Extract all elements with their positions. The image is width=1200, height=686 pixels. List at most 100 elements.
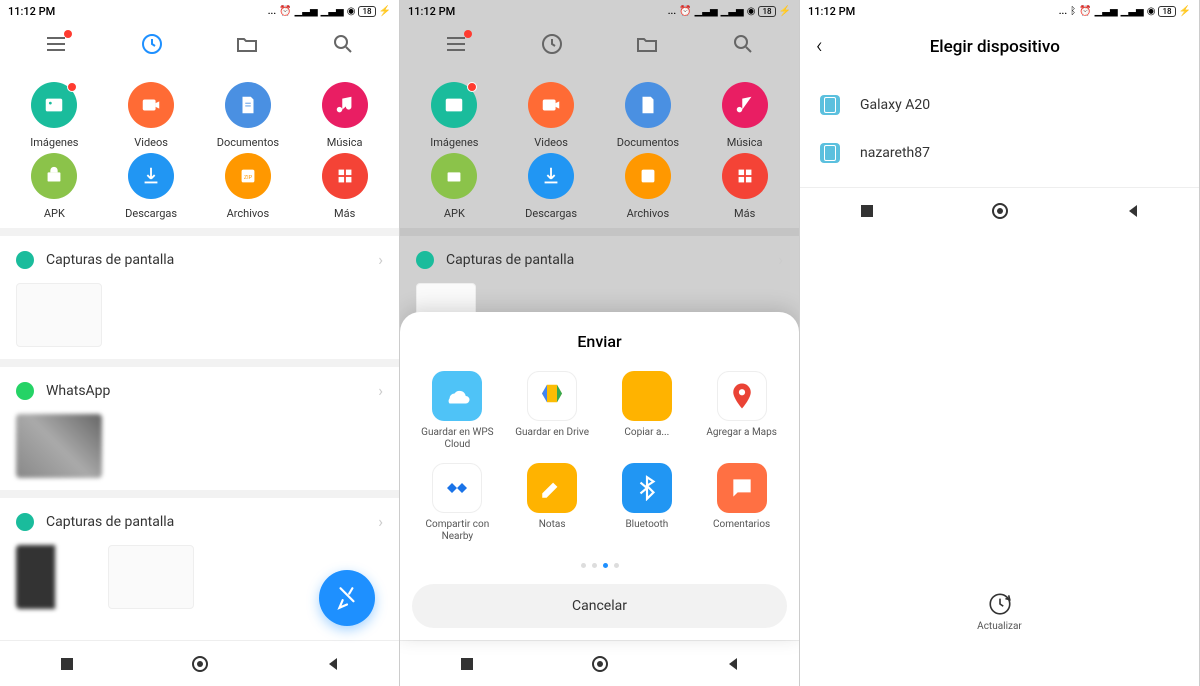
share-maps[interactable]: Agregar a Maps (696, 371, 787, 451)
device-item[interactable]: nazareth87 (800, 129, 1199, 177)
status-time: 11:12 PM (8, 5, 55, 18)
share-sheet: Enviar Guardar en WPS Cloud Guardar en D… (400, 312, 799, 640)
status-time: 11:12 PM (808, 5, 855, 18)
section-screenshots-1: Capturas de pantalla › (0, 228, 399, 359)
thumbnail[interactable] (108, 545, 194, 609)
clean-fab[interactable] (319, 570, 375, 626)
section-header[interactable]: Capturas de pantalla › (400, 236, 799, 283)
section-badge (16, 251, 34, 269)
phone-screen-2: 11:12 PM ... ⏰ ▁▃▅ ▁▃▅ ◉ 18 ⚡ Imágenes V… (400, 0, 799, 686)
menu-icon[interactable] (44, 32, 68, 56)
nav-recent[interactable] (857, 201, 877, 221)
status-bar: 11:12 PM ... ᛒ ⏰ ▁▃▅ ▁▃▅ ◉ 18 ⚡ (800, 0, 1199, 22)
share-grid: Guardar en WPS Cloud Guardar en Drive Co… (412, 371, 787, 543)
share-nearby[interactable]: Compartir con Nearby (412, 463, 503, 543)
category-videos[interactable]: Videos (505, 82, 598, 149)
section-header[interactable]: Capturas de pantalla › (0, 236, 399, 283)
page-title: Elegir dispositivo (847, 37, 1143, 57)
nav-back[interactable] (723, 654, 743, 674)
share-bluetooth[interactable]: Bluetooth (602, 463, 693, 543)
thumbnail-row (0, 283, 399, 359)
category-more[interactable]: Más (698, 153, 791, 220)
thumbnail[interactable] (16, 283, 102, 347)
recent-icon[interactable] (140, 32, 164, 56)
category-grid: Imágenes Videos Documentos Música APK De… (400, 66, 799, 228)
signal-icon: ▁▃▅ (721, 6, 744, 17)
alarm-icon: ⏰ (1079, 6, 1091, 17)
category-music[interactable]: Música (298, 82, 391, 149)
device-picker-header: ‹ Elegir dispositivo (800, 22, 1199, 71)
category-apk[interactable]: APK (408, 153, 501, 220)
category-apk[interactable]: APK (8, 153, 101, 220)
nav-back[interactable] (323, 654, 343, 674)
nav-home[interactable] (590, 654, 610, 674)
share-wps-cloud[interactable]: Guardar en WPS Cloud (412, 371, 503, 451)
category-archives[interactable]: ZIPArchivos (202, 153, 295, 220)
notification-dot (67, 82, 77, 92)
back-button[interactable]: ‹ (816, 34, 823, 59)
folder-icon[interactable] (635, 32, 659, 56)
menu-icon[interactable] (444, 32, 468, 56)
nav-bar (400, 640, 799, 686)
share-drive[interactable]: Guardar en Drive (507, 371, 598, 451)
category-documents[interactable]: Documentos (202, 82, 295, 149)
thumbnail[interactable] (16, 414, 102, 478)
device-list: Galaxy A20 nazareth87 (800, 71, 1199, 187)
wifi-icon: ◉ (747, 6, 756, 17)
section-header[interactable]: Capturas de pantalla › (0, 498, 399, 545)
nav-recent[interactable] (457, 654, 477, 674)
section-badge (416, 251, 434, 269)
folder-icon[interactable] (235, 32, 259, 56)
thumbnail[interactable] (16, 545, 102, 609)
battery-indicator: 18 (1158, 6, 1175, 17)
category-images[interactable]: Imágenes (8, 82, 101, 149)
category-images[interactable]: Imágenes (408, 82, 501, 149)
nav-bar (800, 187, 1199, 233)
device-item[interactable]: Galaxy A20 (800, 81, 1199, 129)
notification-dot (464, 30, 472, 38)
alarm-icon: ⏰ (679, 6, 691, 17)
search-icon[interactable] (331, 32, 355, 56)
category-videos[interactable]: Videos (105, 82, 198, 149)
nav-recent[interactable] (57, 654, 77, 674)
alarm-icon: ⏰ (279, 6, 291, 17)
category-grid: Imágenes Videos Documentos Música APK De… (0, 66, 399, 228)
category-documents[interactable]: Documentos (602, 82, 695, 149)
section-header[interactable]: WhatsApp › (0, 367, 399, 414)
nav-home[interactable] (990, 201, 1010, 221)
share-copy[interactable]: Copiar a... (602, 371, 693, 451)
nav-home[interactable] (190, 654, 210, 674)
status-right: ... ⏰ ▁▃▅ ▁▃▅ ◉ 18 ⚡ (668, 6, 791, 17)
section-whatsapp: WhatsApp › (0, 359, 399, 490)
category-music[interactable]: Música (698, 82, 791, 149)
bluetooth-icon: ᛒ (1070, 6, 1076, 17)
category-archives[interactable]: Archivos (602, 153, 695, 220)
signal-icon: ▁▃▅ (1121, 6, 1144, 17)
refresh-button[interactable]: Actualizar (800, 591, 1199, 632)
nav-back[interactable] (1123, 201, 1143, 221)
phone-screen-3: 11:12 PM ... ᛒ ⏰ ▁▃▅ ▁▃▅ ◉ 18 ⚡ ‹ Elegir… (800, 0, 1199, 686)
signal-icon: ▁▃▅ (321, 6, 344, 17)
device-icon (820, 95, 840, 115)
status-right: ... ᛒ ⏰ ▁▃▅ ▁▃▅ ◉ 18 ⚡ (1059, 6, 1191, 17)
category-more[interactable]: Más (298, 153, 391, 220)
notification-dot (64, 30, 72, 38)
search-icon[interactable] (731, 32, 755, 56)
share-comments[interactable]: Comentarios (696, 463, 787, 543)
category-downloads[interactable]: Descargas (505, 153, 598, 220)
nav-bar (0, 640, 399, 686)
cancel-button[interactable]: Cancelar (412, 584, 787, 628)
content: Imágenes Videos Documentos Música APK De… (0, 66, 399, 640)
thumbnail-row (0, 414, 399, 490)
page-indicator (412, 563, 787, 568)
chevron-right-icon: › (378, 512, 383, 531)
wifi-icon: ◉ (1147, 6, 1156, 17)
chevron-right-icon: › (378, 381, 383, 400)
status-bar: 11:12 PM ... ⏰ ▁▃▅ ▁▃▅ ◉ 18 ⚡ (400, 0, 799, 22)
section-badge (16, 513, 34, 531)
category-downloads[interactable]: Descargas (105, 153, 198, 220)
status-right: ... ⏰ ▁▃▅ ▁▃▅ ◉ 18 ⚡ (268, 6, 391, 17)
recent-icon[interactable] (540, 32, 564, 56)
share-notes[interactable]: Notas (507, 463, 598, 543)
chevron-right-icon: › (778, 250, 783, 269)
